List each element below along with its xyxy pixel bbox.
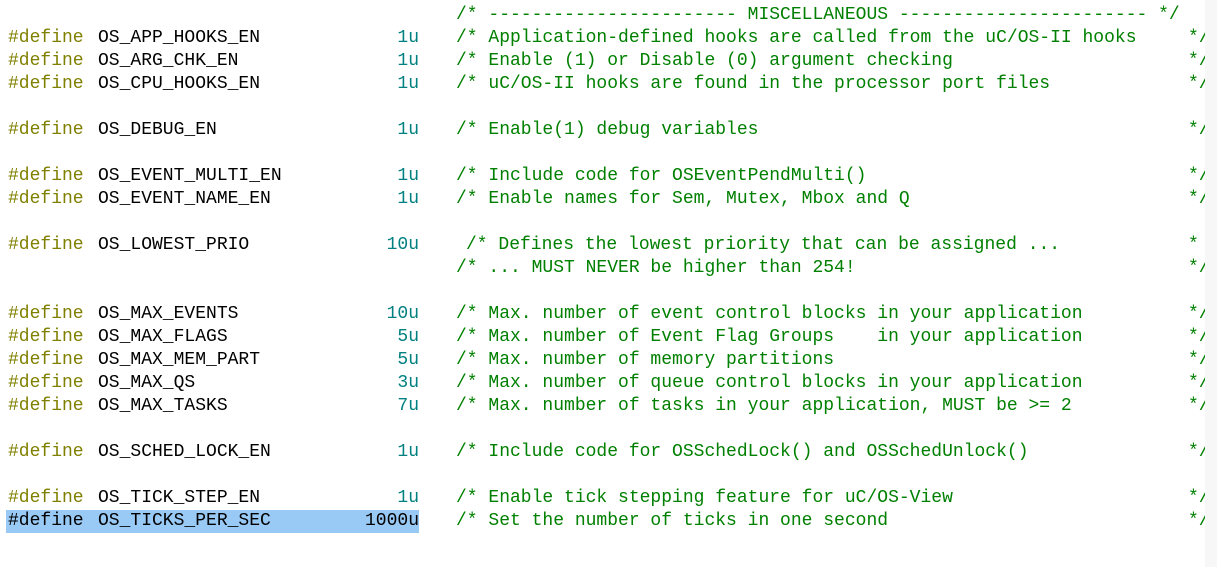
- macro-name: OS_SCHED_LOCK_EN: [98, 442, 271, 462]
- define-keyword: #define: [8, 51, 84, 71]
- code-line[interactable]: #define OS_MAX_TASKS 7u /* Max. number of t…: [0, 395, 1217, 418]
- comment-text: /* Application-defined hooks are called …: [456, 28, 1137, 48]
- code-line[interactable]: #define OS_SCHED_LOCK_EN 1u /* Include code…: [0, 441, 1217, 464]
- macro-value: 1u: [397, 74, 419, 94]
- macro-name: OS_APP_HOOKS_EN: [98, 28, 261, 48]
- define-keyword: #define: [8, 373, 84, 393]
- macro-name: OS_EVENT_NAME_EN: [98, 189, 271, 209]
- macro-name: OS_MAX_TASKS: [98, 396, 228, 416]
- comment-end: *: [1188, 235, 1199, 255]
- comment-text: /* Defines the lowest priority that can …: [466, 235, 1061, 255]
- macro-name: OS_MAX_FLAGS: [98, 327, 228, 347]
- code-line[interactable]: #define OS_TICKS_PER_SEC 1000u /* Set the n…: [0, 510, 1217, 533]
- vertical-scrollbar[interactable]: [1205, 0, 1217, 567]
- define-keyword: #define: [8, 74, 84, 94]
- code-line[interactable]: #define OS_MAX_MEM_PART 5u /* Max. number o…: [0, 349, 1217, 372]
- define-keyword: #define: [8, 396, 84, 416]
- macro-value: 1u: [397, 488, 419, 508]
- define-keyword: #define: [8, 189, 84, 209]
- define-keyword: #define: [8, 327, 84, 347]
- code-line[interactable]: #define OS_TICK_STEP_EN 1u /* Enable tick s…: [0, 487, 1217, 510]
- define-keyword: #define: [8, 120, 84, 140]
- macro-name: OS_EVENT_MULTI_EN: [98, 166, 282, 186]
- define-keyword: #define: [8, 166, 84, 186]
- macro-value: 7u: [397, 396, 419, 416]
- comment-text: /* Set the number of ticks in one second: [456, 511, 889, 531]
- code-line[interactable]: #define OS_LOWEST_PRIO 10u /* Defines the l…: [0, 234, 1217, 257]
- macro-value: 1u: [397, 189, 419, 209]
- macro-value: 3u: [397, 373, 419, 393]
- macro-value: 1000u: [364, 511, 419, 531]
- macro-name: OS_MAX_QS: [98, 373, 196, 393]
- macro-value: 5u: [397, 327, 419, 347]
- code-editor[interactable]: /* ----------------------- MISCELLANEOUS…: [0, 0, 1217, 567]
- code-line[interactable]: #define OS_MAX_EVENTS 10u /* Max. number of…: [0, 303, 1217, 326]
- define-keyword: #define: [8, 28, 84, 48]
- macro-value: 10u: [386, 304, 419, 324]
- code-line[interactable]: #define OS_EVENT_MULTI_EN 1u /* Include cod…: [0, 165, 1217, 188]
- code-line[interactable]: #define OS_DEBUG_EN 1u /* Enable(1) debug v…: [0, 119, 1217, 142]
- macro-name: OS_MAX_MEM_PART: [98, 350, 261, 370]
- macro-name: OS_ARG_CHK_EN: [98, 51, 239, 71]
- comment-text: /* Max. number of memory partitions: [456, 350, 835, 370]
- code-line[interactable]: #define OS_MAX_FLAGS 5u /* Max. number of E…: [0, 326, 1217, 349]
- code-line[interactable]: #define OS_ARG_CHK_EN 1u /* Enable (1) or D…: [0, 50, 1217, 73]
- comment-text: /* Enable tick stepping feature for uC/O…: [456, 488, 953, 508]
- macro-name: OS_DEBUG_EN: [98, 120, 217, 140]
- macro-name: OS_MAX_EVENTS: [98, 304, 239, 324]
- code-line[interactable]: #define OS_APP_HOOKS_EN 1u /* Application-d…: [0, 27, 1217, 50]
- macro-name: OS_CPU_HOOKS_EN: [98, 74, 261, 94]
- code-line[interactable]: #define OS_MAX_QS 3u /* Max. number of queu…: [0, 372, 1217, 395]
- header-comment: /* ----------------------- MISCELLANEOUS…: [456, 5, 1180, 25]
- define-keyword: #define: [8, 350, 84, 370]
- code-line[interactable]: #define OS_EVENT_NAME_EN 1u /* Enable names…: [0, 188, 1217, 211]
- define-keyword: #define: [8, 511, 84, 531]
- comment-text: /* Max. number of queue control blocks i…: [456, 373, 1083, 393]
- comment-text: /* Max. number of tasks in your applicat…: [456, 396, 1072, 416]
- macro-name: OS_TICK_STEP_EN: [98, 488, 261, 508]
- macro-value: 1u: [397, 51, 419, 71]
- comment-text: /* Enable(1) debug variables: [456, 120, 759, 140]
- header-comment-line[interactable]: /* ----------------------- MISCELLANEOUS…: [0, 4, 1217, 27]
- define-keyword: #define: [8, 442, 84, 462]
- comment-text: /* Include code for OSEventPendMulti(): [456, 166, 867, 186]
- comment-text: /* uC/OS-II hooks are found in the proce…: [456, 74, 1051, 94]
- macro-value: 5u: [397, 350, 419, 370]
- macro-name: OS_LOWEST_PRIO: [98, 235, 250, 255]
- macro-value: 1u: [397, 28, 419, 48]
- macro-value: 10u: [386, 235, 419, 255]
- comment-text: /* Enable (1) or Disable (0) argument ch…: [456, 51, 953, 71]
- comment-text: /* Max. number of event control blocks i…: [456, 304, 1083, 324]
- comment-text: /* Max. number of Event Flag Groups in y…: [456, 327, 1083, 347]
- comment-text: /* Enable names for Sem, Mutex, Mbox and…: [456, 189, 910, 209]
- macro-value: 1u: [397, 442, 419, 462]
- macro-value: 1u: [397, 166, 419, 186]
- comment-text: /* ... MUST NEVER be higher than 254!: [456, 258, 856, 278]
- comment-text: /* Include code for OSSchedLock() and OS…: [456, 442, 1029, 462]
- macro-name: OS_TICKS_PER_SEC: [98, 511, 271, 531]
- define-keyword: #define: [8, 235, 84, 255]
- define-keyword: #define: [8, 488, 84, 508]
- macro-value: 1u: [397, 120, 419, 140]
- code-line[interactable]: #define OS_CPU_HOOKS_EN 1u /* uC/OS-II hook…: [0, 73, 1217, 96]
- code-line[interactable]: /* ... MUST NEVER be higher than 254! */: [0, 257, 1217, 280]
- define-keyword: #define: [8, 304, 84, 324]
